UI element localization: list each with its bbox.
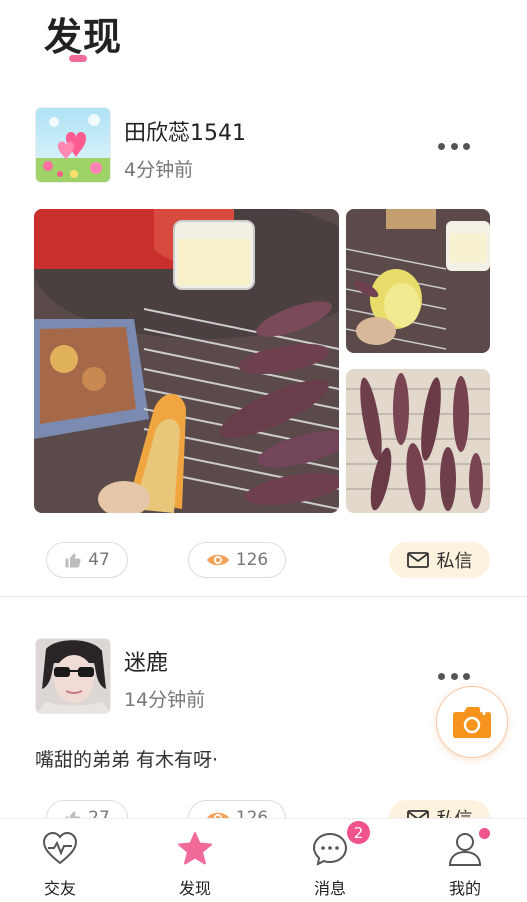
eye-icon xyxy=(206,554,229,566)
heart-pulse-icon xyxy=(42,831,78,865)
post-time: 14分钟前 xyxy=(124,689,206,711)
more-options-icon[interactable] xyxy=(438,666,470,686)
tab-label: 交友 xyxy=(43,879,76,898)
tab-label: 发现 xyxy=(178,879,211,898)
post-photo-button[interactable] xyxy=(436,686,508,758)
avatar[interactable] xyxy=(35,107,111,183)
post-text: 嘴甜的弟弟 有木有呀· xyxy=(35,749,219,771)
view-count: 126 xyxy=(235,550,269,570)
notification-dot xyxy=(477,826,492,841)
like-count: 47 xyxy=(88,550,110,570)
page-title: 发现 xyxy=(44,15,123,59)
post-time: 4分钟前 xyxy=(124,159,194,181)
avatar[interactable] xyxy=(35,638,111,714)
post-photo[interactable] xyxy=(346,209,490,353)
tab-label: 我的 xyxy=(448,879,481,898)
header: 发现 xyxy=(0,0,527,80)
messages-badge: 2 xyxy=(345,819,372,846)
more-options-icon[interactable] xyxy=(438,136,470,156)
like-button[interactable]: 47 xyxy=(46,542,128,578)
post-photo[interactable] xyxy=(346,369,490,513)
camera-plus-icon xyxy=(453,707,491,738)
tab-discover[interactable]: 发现 xyxy=(140,819,250,902)
tab-label: 消息 xyxy=(313,879,346,898)
avatar-image xyxy=(36,108,110,182)
username[interactable]: 田欣蕊1541 xyxy=(124,115,246,147)
private-message-button[interactable]: 私信 xyxy=(389,542,490,578)
username[interactable]: 迷鹿 xyxy=(124,645,168,677)
bottom-tab-bar: 交友 发现 消息 我的 xyxy=(0,818,527,902)
tab-me[interactable]: 我的 xyxy=(410,819,520,902)
star-icon xyxy=(178,832,212,865)
private-message-label: 私信 xyxy=(436,551,473,572)
photo-grid xyxy=(34,209,490,513)
post-photo[interactable] xyxy=(34,209,339,513)
tab-make-friends[interactable]: 交友 xyxy=(5,819,115,902)
mail-icon xyxy=(406,552,429,568)
divider xyxy=(0,596,527,597)
view-count-pill: 126 xyxy=(188,542,286,578)
avatar-image xyxy=(36,639,110,713)
chat-bubble-icon xyxy=(312,832,348,866)
thumbs-up-icon xyxy=(65,553,81,568)
title-underline xyxy=(69,55,87,62)
